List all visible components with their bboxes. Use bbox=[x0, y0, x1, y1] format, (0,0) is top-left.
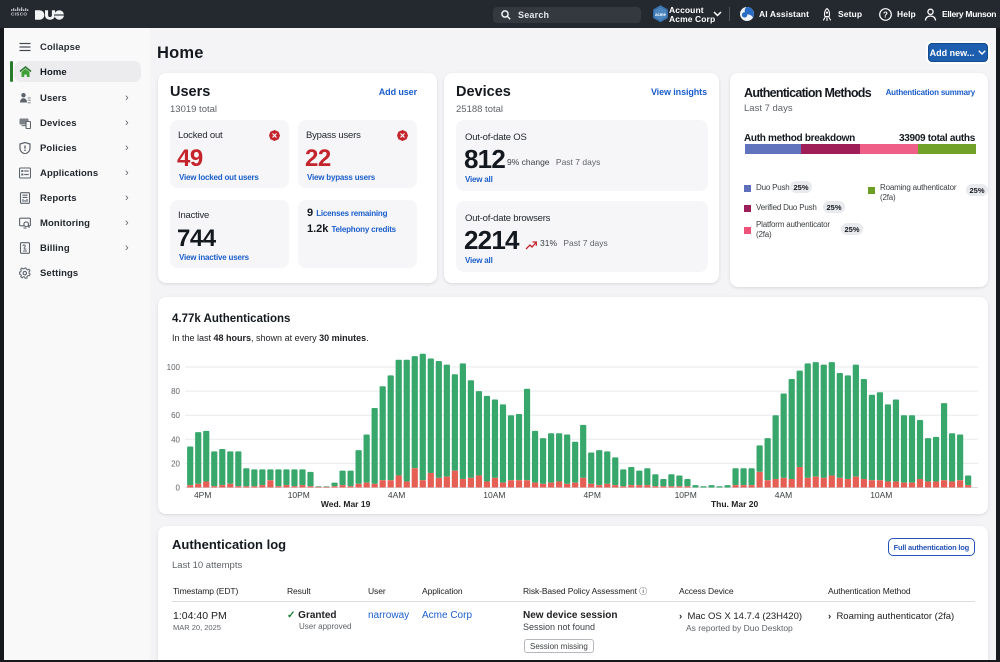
svg-text:0: 0 bbox=[176, 484, 181, 493]
svg-text:10PM: 10PM bbox=[675, 490, 697, 500]
svg-text:10AM: 10AM bbox=[483, 490, 505, 500]
svg-text:CISCO: CISCO bbox=[11, 12, 27, 16]
svg-text:acme: acme bbox=[655, 12, 666, 17]
svg-text:Thu. Mar 20: Thu. Mar 20 bbox=[711, 499, 759, 509]
svg-text:Wed. Mar 19: Wed. Mar 19 bbox=[321, 499, 371, 509]
svg-text:100: 100 bbox=[167, 363, 181, 372]
svg-text:4AM: 4AM bbox=[775, 490, 792, 500]
svg-text:10AM: 10AM bbox=[870, 490, 892, 500]
svg-text:60: 60 bbox=[171, 411, 180, 420]
svg-text:20: 20 bbox=[171, 459, 180, 468]
svg-text:4PM: 4PM bbox=[194, 490, 211, 500]
svg-text:40: 40 bbox=[171, 435, 180, 444]
svg-text:?: ? bbox=[883, 10, 888, 19]
svg-text:4PM: 4PM bbox=[583, 490, 600, 500]
svg-text:10PM: 10PM bbox=[288, 490, 310, 500]
svg-text:4AM: 4AM bbox=[388, 490, 405, 500]
svg-text:80: 80 bbox=[171, 387, 180, 396]
